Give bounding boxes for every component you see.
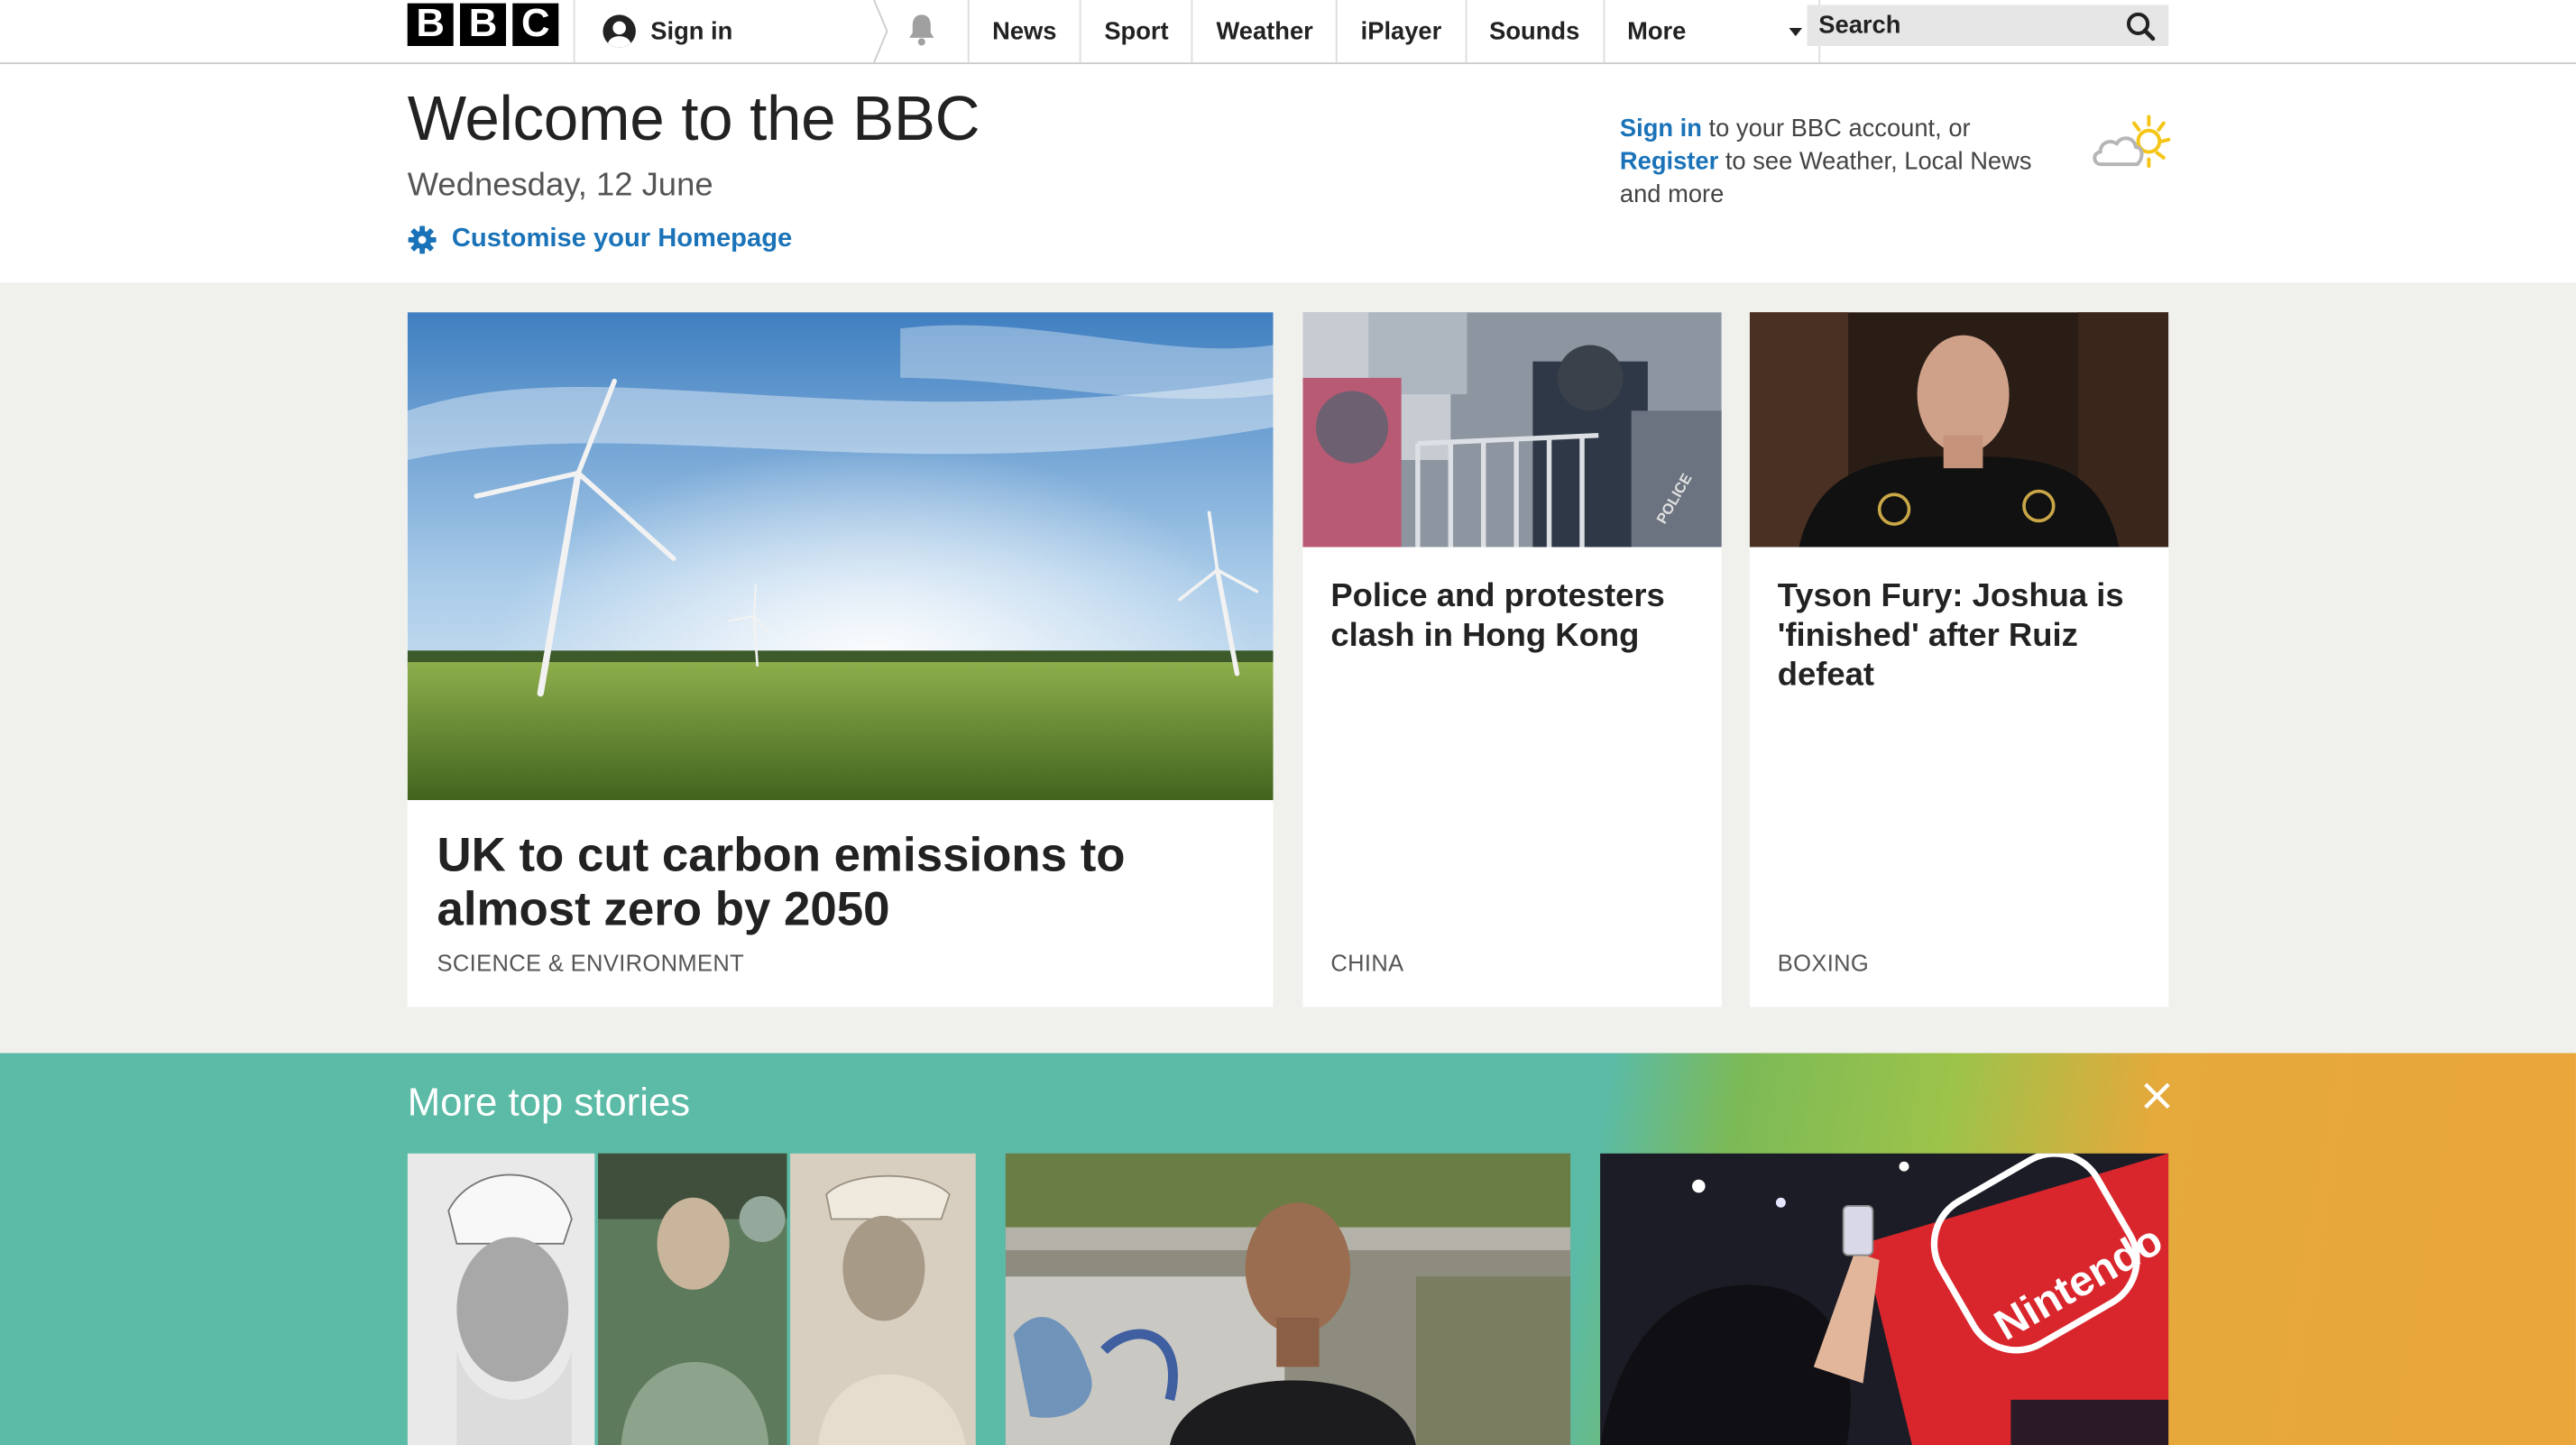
nav-link-weather[interactable]: Weather [1191, 0, 1336, 63]
top-navigation-bar: B B C Sign in News Sport Weather iPlayer… [0, 0, 2576, 65]
notifications-bell-icon[interactable] [906, 12, 938, 48]
gear-icon [408, 225, 437, 254]
search-icon[interactable] [2126, 11, 2156, 41]
more-label: More [1627, 17, 1687, 46]
wind-turbines-image [407, 312, 1274, 801]
weather-sun-cloud-icon [2093, 115, 2171, 168]
more-top-stories-heading: More top stories [407, 1081, 691, 1126]
nav-link-iplayer[interactable]: iPlayer [1336, 0, 1464, 63]
nintendo-expo-image[interactable]: Nintendo [1600, 1153, 2169, 1445]
story-tag[interactable]: CHINA [1330, 950, 1403, 976]
bbc-logo-letter: B [459, 3, 506, 46]
man-portrait-image[interactable] [1005, 1153, 1571, 1445]
account-sign-in-link[interactable]: Sign in [1620, 115, 1702, 143]
account-promo: Sign in to your BBC account, or Register… [1620, 114, 2072, 212]
sign-in-label: Sign in [650, 17, 733, 46]
search-input[interactable]: Search [1807, 5, 2169, 46]
user-icon [603, 14, 636, 48]
customise-homepage-label: Customise your Homepage [451, 225, 793, 253]
story-tag[interactable]: SCIENCE & ENVIRONMENT [437, 950, 744, 976]
main-nav-links: News Sport Weather iPlayer Sounds More [967, 0, 1820, 63]
story-card[interactable]: Tyson Fury: Joshua is 'finished' after R… [1749, 312, 2169, 1008]
story-headline[interactable]: Tyson Fury: Joshua is 'finished' after R… [1778, 576, 2148, 695]
top-stories-section [0, 282, 2576, 1054]
bbc-logo-letter: C [512, 3, 559, 46]
nav-link-news[interactable]: News [967, 0, 1080, 63]
customise-homepage-link[interactable]: Customise your Homepage [408, 225, 792, 255]
story-card[interactable]: POLICE Police and protesters clash in Ho… [1302, 312, 1722, 1008]
register-link[interactable]: Register [1620, 148, 1718, 176]
search-placeholder: Search [1818, 11, 1901, 40]
caret-down-icon [1788, 27, 1802, 36]
chevron-right-icon [873, 0, 888, 63]
divider [573, 0, 575, 63]
story-tag[interactable]: BOXING [1778, 950, 1869, 976]
hong-kong-protest-image: POLICE [1302, 312, 1722, 548]
story-headline[interactable]: Police and protesters clash in Hong Kong [1330, 576, 1700, 655]
nav-link-sounds[interactable]: Sounds [1464, 0, 1603, 63]
bbc-logo-letter: B [407, 3, 454, 46]
page-title: Welcome to the BBC [407, 85, 980, 155]
nav-link-sport[interactable]: Sport [1080, 0, 1191, 63]
nav-more-menu[interactable]: More [1602, 0, 1820, 63]
chernobyl-triptych-image[interactable] [407, 1153, 976, 1445]
sign-in-button[interactable]: Sign in [603, 0, 732, 62]
bbc-logo[interactable]: B B C [407, 3, 559, 46]
current-date: Wednesday, 12 June [407, 167, 713, 204]
lead-story-card[interactable]: UK to cut carbon emissions to almost zer… [407, 312, 1274, 1008]
close-icon[interactable] [2139, 1078, 2175, 1114]
tyson-fury-image [1749, 312, 2169, 548]
story-headline[interactable]: UK to cut carbon emissions to almost zer… [437, 830, 1241, 938]
account-text-1: to your BBC account, or [1701, 115, 1971, 143]
